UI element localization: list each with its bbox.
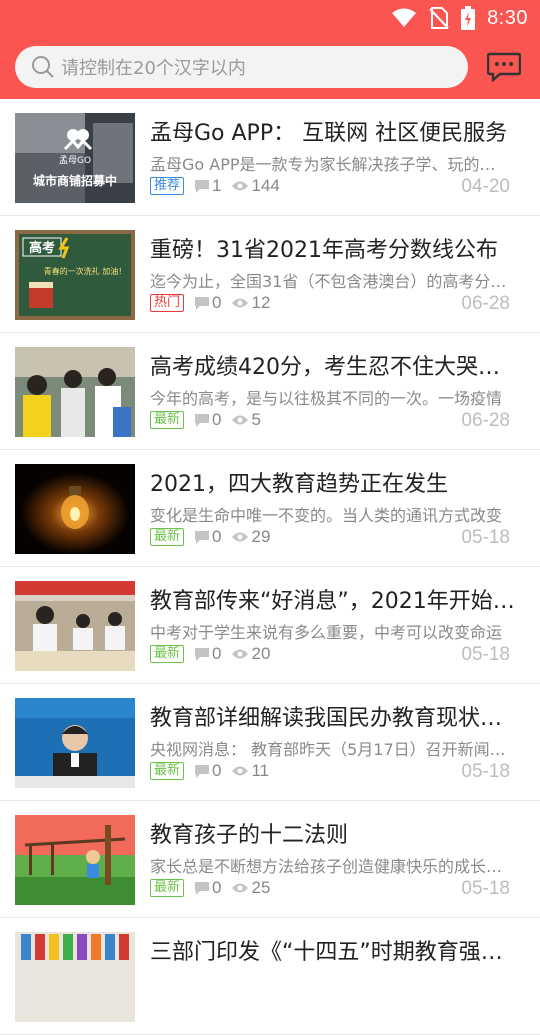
- svg-text:青春的一次洗礼 加油！: 青春的一次洗礼 加油！: [44, 266, 127, 276]
- svg-text:城市商铺招募中: 城市商铺招募中: [33, 173, 117, 188]
- tag-badge: 最新: [150, 411, 185, 429]
- comment-count: 0: [212, 878, 222, 897]
- article-thumbnail: [15, 698, 135, 788]
- comment-icon: [195, 881, 210, 895]
- no-sim-icon: [429, 7, 449, 29]
- eye-icon: [232, 649, 249, 659]
- search-placeholder: 请控制在20个汉字以内: [61, 58, 246, 79]
- view-count: 25: [251, 878, 271, 897]
- view-count: 20: [251, 644, 271, 663]
- eye-icon: [232, 298, 249, 308]
- eye-icon: [232, 181, 249, 191]
- list-item[interactable]: 2021，四大教育趋势正在发生 变化是生命中唯一不变的。当人类的通讯方式改变 最…: [0, 450, 540, 567]
- comment-icon: [195, 413, 210, 427]
- article-title: 教育部传来“好消息”，2021年开始执行: [150, 589, 520, 614]
- battery-icon: [461, 6, 476, 30]
- article-summary: 中考对于学生来说有多么重要，中考可以改变命运: [150, 623, 503, 642]
- comment-icon: [195, 764, 210, 778]
- comment-icon: [195, 647, 210, 661]
- comment-count: 0: [212, 410, 222, 429]
- comment-count: 0: [212, 527, 222, 546]
- comment-count: 1: [212, 176, 222, 195]
- article-meta: 最新 0 25: [150, 878, 280, 898]
- comment-icon: [195, 179, 210, 193]
- article-date: 05-18: [461, 878, 510, 899]
- comment-count: 0: [212, 293, 222, 312]
- article-date: 06-28: [461, 293, 510, 314]
- article-summary: 迄今为止，全国31省（不包含港澳台）的高考分数线: [150, 272, 510, 291]
- article-date: 06-28: [461, 410, 510, 431]
- comment-count: 0: [212, 644, 222, 663]
- article-summary: 变化是生命中唯一不变的。当人类的通讯方式改变: [150, 506, 503, 525]
- article-meta: 最新 0 20: [150, 644, 280, 664]
- view-count: 5: [251, 410, 261, 429]
- status-bar: 8:30: [391, 5, 528, 31]
- article-date: 05-18: [461, 527, 510, 548]
- view-count: 29: [251, 527, 271, 546]
- status-time: 8:30: [487, 6, 528, 29]
- article-summary: 孟母Go APP是一款专为家长解决孩子学、玩的平台: [150, 155, 510, 174]
- eye-icon: [232, 415, 249, 425]
- article-title: 重磅！31省2021年高考分数线公布: [150, 238, 498, 263]
- article-date: 05-18: [461, 644, 510, 665]
- article-meta: 推荐 1 144: [150, 176, 290, 196]
- article-thumbnail: [15, 581, 135, 671]
- article-title: 高考成绩420分，考生忍不住大哭起来: [150, 355, 520, 380]
- article-meta: 最新 0 5: [150, 410, 271, 430]
- article-title: 孟母Go APP： 互联网 社区便民服务: [150, 121, 508, 146]
- article-meta: 最新 0 29: [150, 527, 280, 547]
- list-item[interactable]: 高考成绩420分，考生忍不住大哭起来 今年的高考，是与以往极其不同的一次。一场疫…: [0, 333, 540, 450]
- eye-icon: [232, 532, 249, 542]
- tag-badge: 最新: [150, 762, 185, 780]
- list-item[interactable]: 教育孩子的十二法则 家长总是不断想方法给孩子创造健康快乐的成长环境 最新 0 2…: [0, 801, 540, 918]
- article-thumbnail: [15, 815, 135, 905]
- tag-badge: 推荐: [150, 177, 185, 195]
- article-title: 教育部详细解读我国民办教育现状与问题: [150, 706, 520, 731]
- search-icon: [32, 56, 54, 78]
- news-list: 孟母GO 城市商铺招募中 孟母Go APP： 互联网 社区便民服务 孟母Go A…: [0, 99, 540, 1035]
- tag-badge: 最新: [150, 879, 185, 897]
- article-title: 教育孩子的十二法则: [150, 823, 349, 848]
- article-meta: 最新 0 11: [150, 761, 279, 781]
- article-title: 三部门印发《“十四五”时期教育强国推进工程实施方案》: [150, 940, 520, 965]
- wifi-icon: [392, 8, 417, 27]
- list-item[interactable]: 教育部详细解读我国民办教育现状与问题 央视网消息： 教育部昨天（5月17日）召开…: [0, 684, 540, 801]
- article-thumbnail: [15, 932, 135, 1022]
- article-title: 2021，四大教育趋势正在发生: [150, 472, 448, 497]
- list-item[interactable]: 教育部传来“好消息”，2021年开始执行 中考对于学生来说有多么重要，中考可以改…: [0, 567, 540, 684]
- article-summary: 家长总是不断想方法给孩子创造健康快乐的成长环境: [150, 857, 510, 876]
- comment-icon: [195, 296, 210, 310]
- search-input[interactable]: 请控制在20个汉字以内: [15, 46, 468, 88]
- eye-icon: [232, 883, 249, 893]
- tag-badge: 最新: [150, 528, 185, 546]
- article-date: 04-20: [461, 176, 510, 197]
- message-icon[interactable]: [487, 52, 521, 82]
- list-item[interactable]: 孟母GO 城市商铺招募中 孟母Go APP： 互联网 社区便民服务 孟母Go A…: [0, 99, 540, 216]
- comment-icon: [195, 530, 210, 544]
- article-summary: 央视网消息： 教育部昨天（5月17日）召开新闻发布会: [150, 740, 510, 759]
- view-count: 144: [251, 176, 280, 195]
- comment-count: 0: [212, 761, 222, 780]
- view-count: 11: [251, 761, 270, 780]
- tag-badge: 热门: [150, 294, 185, 312]
- svg-text:高考: 高考: [29, 240, 55, 256]
- eye-icon: [232, 766, 249, 776]
- app-header: 8:30 请控制在20个汉字以内: [0, 0, 540, 99]
- list-item[interactable]: 高考 青春的一次洗礼 加油！ 重磅！31省2021年高考分数线公布 迄今为止，全…: [0, 216, 540, 333]
- list-item[interactable]: 三部门印发《“十四五”时期教育强国推进工程实施方案》: [0, 918, 540, 1035]
- article-summary: 今年的高考，是与以往极其不同的一次。一场疫情: [150, 389, 503, 408]
- article-thumbnail: 高考 青春的一次洗礼 加油！: [15, 230, 135, 320]
- article-date: 05-18: [461, 761, 510, 782]
- svg-text:孟母GO: 孟母GO: [59, 155, 91, 166]
- article-thumbnail: 孟母GO 城市商铺招募中: [15, 113, 135, 203]
- article-meta: 热门 0 12: [150, 293, 280, 313]
- article-thumbnail: [15, 347, 135, 437]
- tag-badge: 最新: [150, 645, 185, 663]
- view-count: 12: [251, 293, 271, 312]
- article-thumbnail: [15, 464, 135, 554]
